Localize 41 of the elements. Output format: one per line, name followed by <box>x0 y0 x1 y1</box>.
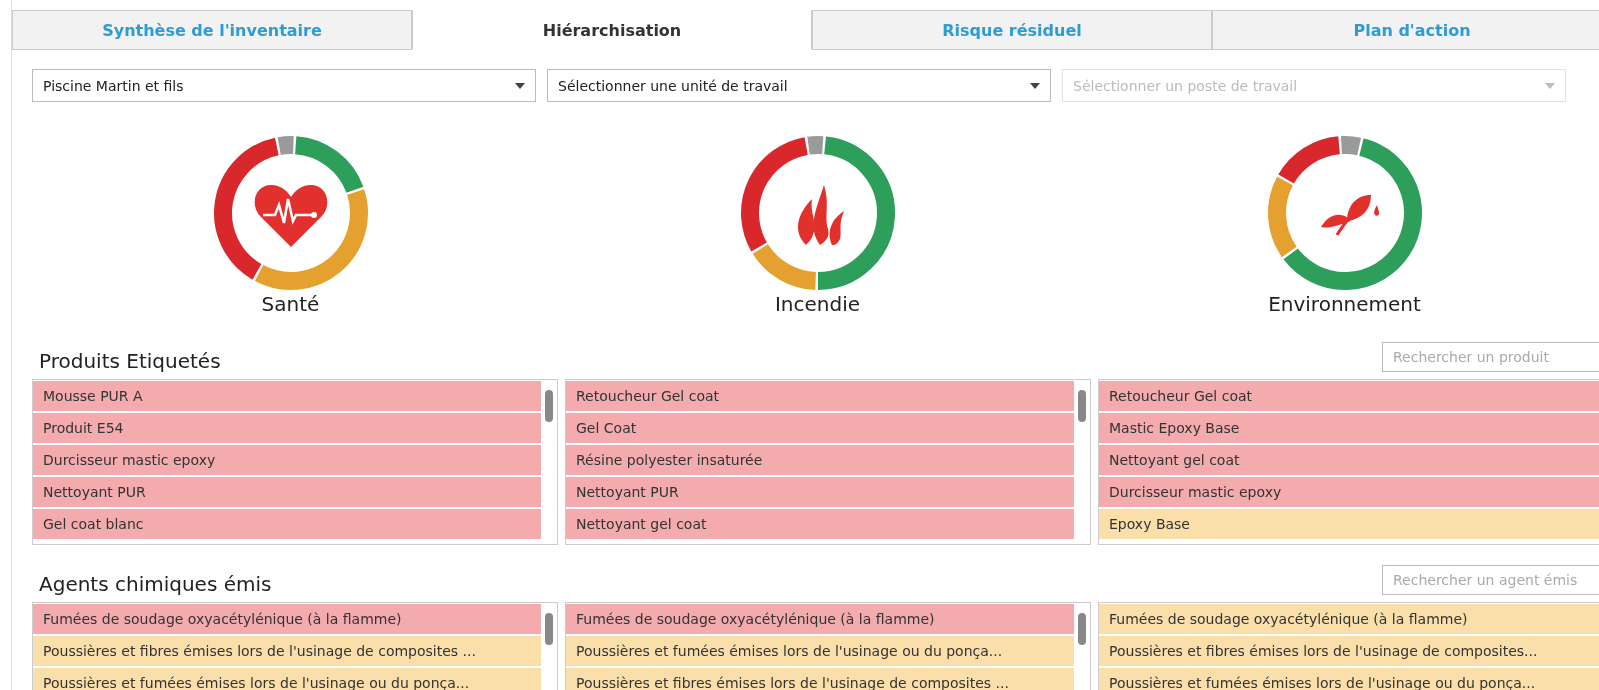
gauge-label: Santé <box>261 292 320 316</box>
section-title: Produits Etiquetés <box>38 348 221 373</box>
list-item[interactable]: Poussières et fumées émises lors de l'usinage ou du ponça... <box>33 668 541 690</box>
dropdown[interactable]: Piscine Martin et fils <box>32 69 536 102</box>
list-item[interactable]: Retoucheur Gel coat <box>566 381 1074 411</box>
list-item[interactable]: Nettoyant gel coat <box>1099 445 1599 475</box>
gauge-label: Environnement <box>1268 292 1421 316</box>
list-item[interactable]: Mousse PUR A <box>33 381 541 411</box>
list-item[interactable]: Epoxy Base <box>1099 509 1599 539</box>
scrollbar-thumb[interactable] <box>1078 390 1086 422</box>
tab[interactable]: Hiérarchisation <box>412 10 812 50</box>
list-item[interactable]: Retoucheur Gel coat <box>1099 381 1599 411</box>
caret-icon <box>1545 82 1555 89</box>
list-item[interactable]: Poussières et fibres émises lors de l'usinage de composites ... <box>566 668 1074 690</box>
list-item[interactable]: Durcisseur mastic epoxy <box>33 445 541 475</box>
scrollbar-thumb[interactable] <box>1078 613 1086 645</box>
list-item[interactable]: Nettoyant PUR <box>566 477 1074 507</box>
caret-icon <box>515 82 525 89</box>
list-item[interactable]: Poussières et fumées émises lors de l'usinage ou du ponça... <box>1099 668 1599 690</box>
list-item[interactable]: Poussières et fumées émises lors de l'usinage ou du ponça... <box>566 636 1074 666</box>
list-item[interactable]: Fumées de soudage oxyacétylénique (à la flamme) <box>566 604 1074 634</box>
list-item[interactable]: Fumées de soudage oxyacétylénique (à la flamme) <box>33 604 541 634</box>
section-title: Agents chimiques émis <box>38 571 272 596</box>
list-item[interactable]: Poussières et fibres émises lors de l'usinage de composites ... <box>33 636 541 666</box>
list-item[interactable]: Mastic Epoxy Base <box>1099 413 1599 443</box>
list-item[interactable]: Nettoyant gel coat <box>566 509 1074 539</box>
scrollbar-thumb[interactable] <box>545 390 553 422</box>
list-item[interactable]: Gel Coat <box>566 413 1074 443</box>
gauge-label: Incendie <box>774 292 861 316</box>
search-field[interactable]: Rechercher un agent émis <box>1382 564 1599 595</box>
list-item[interactable]: Poussières et fibres émises lors de l'usinage de composites... <box>1099 636 1599 666</box>
scrollbar-thumb[interactable] <box>545 613 553 645</box>
dropdown[interactable]: Sélectionner une unité de travail <box>547 69 1051 102</box>
caret-icon <box>1030 82 1040 89</box>
list-item[interactable]: Résine polyester insaturée <box>566 445 1074 475</box>
list-item[interactable]: Gel coat blanc <box>33 509 541 539</box>
list-item[interactable]: Fumées de soudage oxyacétylénique (à la flamme) <box>1099 604 1599 634</box>
list-item[interactable]: Nettoyant PUR <box>33 477 541 507</box>
list-item[interactable]: Durcisseur mastic epoxy <box>1099 477 1599 507</box>
search-field[interactable]: Rechercher un produit <box>1382 341 1599 372</box>
list-item[interactable]: Produit E54 <box>33 413 541 443</box>
